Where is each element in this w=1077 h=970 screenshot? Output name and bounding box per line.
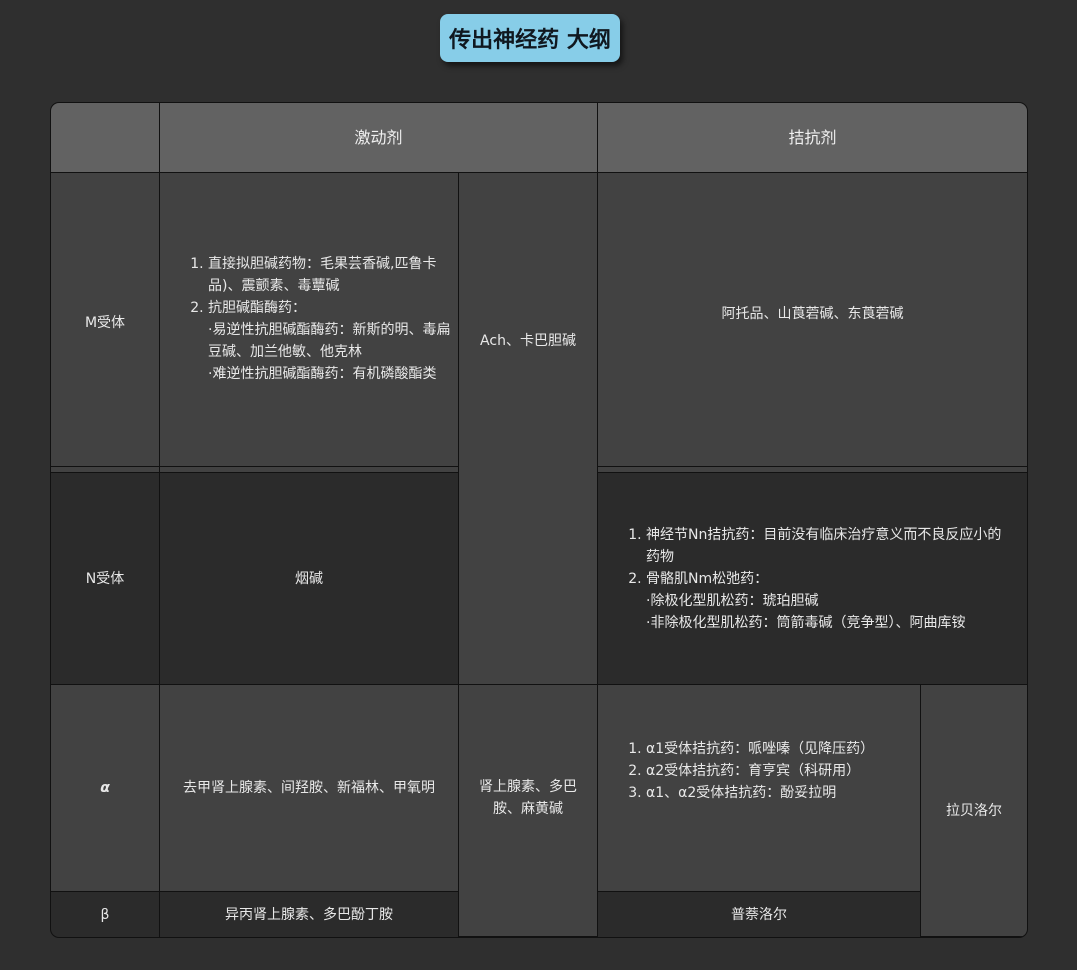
sub-item: ·易逆性抗胆碱酯酶药：新斯的明、毒扁豆碱、加兰他敏、他克林 [208,321,451,360]
m-antagonist-text: 阿托品、山莨菪碱、东莨菪碱 [721,305,904,322]
outline-table: 激动剂 拮抗剂 M受体 直接拟胆碱药物：毛果芸香碱,匹鲁卡品)、震颤素、毒蕈碱 … [50,102,1028,938]
m-agonist-list: 直接拟胆碱药物：毛果芸香碱,匹鲁卡品)、震颤素、毒蕈碱 抗胆碱酯酶药： ·易逆性… [160,253,452,385]
sub-item: ·难逆性抗胆碱酯酶药：有机磷酸酯类 [208,365,437,382]
row-label-n-text: N受体 [85,570,125,587]
n-antagonist-cell: 神经节Nn拮抗药：目前没有临床治疗意义而不良反应小的药物 骨骼肌Nm松弛药： ·… [598,473,1027,685]
list-item: 骨骼肌Nm松弛药： ·除极化型肌松药：琥珀胆碱 ·非除极化型肌松药：筒箭毒碱（竞… [646,568,1015,634]
sub-item: ·非除极化型肌松药：筒箭毒碱（竞争型）、阿曲库铵 [646,614,966,631]
alpha-agonist-cell: 去甲肾上腺素、间羟胺、新福林、甲氧明 [160,685,459,892]
beta-antagonist-text: 普萘洛尔 [731,906,787,923]
alpha-antagonist-cell: α1受体拮抗药：哌唑嗪（见降压药） α2受体拮抗药：育亨宾（科研用） α1、α2… [598,685,921,892]
row-divider [598,466,1027,467]
shared-ab-agonist-cell: 肾上腺素、多巴胺、麻黄碱 [459,685,598,937]
list-item-text: 抗胆碱酯酶药： [208,299,306,316]
list-item: α1、α2受体拮抗药：酚妥拉明 [646,782,874,804]
row-label-beta: β [51,892,160,937]
list-item: α2受体拮抗药：育亨宾（科研用） [646,760,874,782]
row-label-m: M受体 [51,173,160,473]
list-item: 抗胆碱酯酶药： ·易逆性抗胆碱酯酶药：新斯的明、毒扁豆碱、加兰他敏、他克林 ·难… [208,297,452,385]
list-item: 神经节Nn拮抗药：目前没有临床治疗意义而不良反应小的药物 [646,524,1015,568]
shared-ab-antagonist-text: 拉贝洛尔 [946,802,1002,819]
alpha-agonist-text: 去甲肾上腺素、间羟胺、新福林、甲氧明 [183,780,435,796]
sub-item: ·除极化型肌松药：琥珀胆碱 [646,592,819,609]
shared-ab-agonist-text: 肾上腺素、多巴胺、麻黄碱 [479,778,577,817]
row-label-beta-text: β [100,906,110,923]
n-agonist-cell: 烟碱 [160,473,459,685]
antagonist-header: 拮抗剂 [598,103,1027,173]
page-title: 传出神经药 大纲 [440,14,620,62]
corner-header [51,103,160,173]
alpha-antagonist-list: α1受体拮抗药：哌唑嗪（见降压药） α2受体拮抗药：育亨宾（科研用） α1、α2… [598,738,874,804]
row-label-n: N受体 [51,473,160,685]
list-item-text: 骨骼肌Nm松弛药： [646,570,769,587]
n-antagonist-list: 神经节Nn拮抗药：目前没有临床治疗意义而不良反应小的药物 骨骼肌Nm松弛药： ·… [598,524,1015,634]
list-item: 直接拟胆碱药物：毛果芸香碱,匹鲁卡品)、震颤素、毒蕈碱 [208,253,452,297]
shared-ab-antagonist-cell: 拉贝洛尔 [921,685,1027,937]
shared-mn-agonist-text: Ach、卡巴胆碱 [480,332,576,349]
row-label-m-text: M受体 [84,314,126,331]
n-agonist-text: 烟碱 [295,570,323,587]
beta-agonist-cell: 异丙肾上腺素、多巴酚丁胺 [160,892,459,937]
row-divider [51,466,459,467]
m-agonist-cell: 直接拟胆碱药物：毛果芸香碱,匹鲁卡品)、震颤素、毒蕈碱 抗胆碱酯酶药： ·易逆性… [160,173,459,473]
list-item: α1受体拮抗药：哌唑嗪（见降压药） [646,738,874,760]
row-label-alpha-text: α [100,780,110,796]
beta-antagonist-cell: 普萘洛尔 [598,892,921,937]
row-label-alpha: α [51,685,160,892]
agonist-header: 激动剂 [160,103,598,173]
shared-mn-agonist-cell: Ach、卡巴胆碱 [459,173,598,685]
m-antagonist-cell: 阿托品、山莨菪碱、东莨菪碱 [598,173,1027,473]
beta-agonist-text: 异丙肾上腺素、多巴酚丁胺 [225,906,393,923]
